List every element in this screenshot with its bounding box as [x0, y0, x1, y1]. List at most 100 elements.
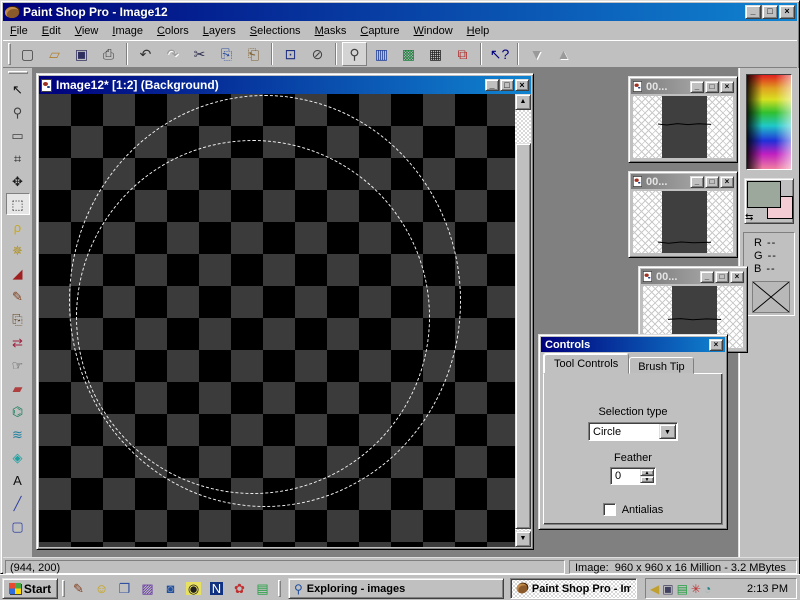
- controls-close-button[interactable]: ×: [709, 339, 723, 351]
- thumbnail-minimize-button[interactable]: _: [690, 176, 704, 188]
- volume-icon[interactable]: ◀: [650, 583, 659, 595]
- image-window-close-button[interactable]: ×: [515, 79, 529, 91]
- print-button[interactable]: ⎙: [96, 42, 121, 66]
- dropdown-arrow-icon[interactable]: ▼: [659, 424, 676, 439]
- text-tool[interactable]: A: [6, 469, 30, 491]
- pinwheel-icon[interactable]: ✳: [691, 583, 701, 595]
- feather-spinner[interactable]: 0 ▲ ▼: [610, 467, 656, 485]
- airbrush-tool[interactable]: ≋: [6, 423, 30, 445]
- dropper-tool[interactable]: ◢: [6, 262, 30, 284]
- task-button-paint-shop-pro[interactable]: Paint Shop Pro - Ima...: [510, 578, 637, 599]
- scroll-up-icon[interactable]: ▲: [515, 94, 531, 110]
- new-button[interactable]: ▢: [15, 42, 40, 66]
- thumbnail-canvas[interactable]: [633, 96, 733, 158]
- toggle-histogram-button[interactable]: ▦: [423, 42, 448, 66]
- paste-button[interactable]: ⎗: [241, 42, 266, 66]
- smiley-shortcut[interactable]: ☺: [91, 579, 112, 599]
- image-window-titlebar[interactable]: Image12* [1:2] (Background) _ □ ×: [39, 76, 531, 94]
- crop-tool[interactable]: ⌗: [6, 147, 30, 169]
- display-icon[interactable]: ▣: [662, 583, 673, 595]
- magic-wand-tool[interactable]: ✵: [6, 239, 30, 261]
- app-minimize-button[interactable]: _: [745, 5, 761, 19]
- picture-tube-tool[interactable]: ⌬: [6, 400, 30, 422]
- color-replacer-tool[interactable]: ⇄: [6, 331, 30, 353]
- thumbnail-titlebar[interactable]: 00... _ □ ×: [631, 174, 735, 189]
- thumbnail-minimize-button[interactable]: _: [700, 271, 714, 283]
- zoom-tool[interactable]: ⚲: [6, 101, 30, 123]
- menu-file[interactable]: File: [3, 23, 35, 39]
- thumbnail-maximize-button[interactable]: □: [705, 176, 719, 188]
- menu-view[interactable]: View: [68, 23, 106, 39]
- open-button[interactable]: ▱: [42, 42, 67, 66]
- menu-window[interactable]: Window: [407, 23, 460, 39]
- flood-fill-tool[interactable]: ◈: [6, 446, 30, 468]
- vertical-scrollbar[interactable]: ▲ ▼: [515, 94, 531, 547]
- retouch-tool[interactable]: ☞: [6, 354, 30, 376]
- line-tool[interactable]: ╱: [6, 492, 30, 514]
- selection-tool[interactable]: ⬚: [6, 193, 30, 215]
- thumbnail-titlebar[interactable]: 00... _ □ ×: [631, 79, 735, 94]
- thumbnail-titlebar[interactable]: 00... _ □ ×: [641, 269, 745, 284]
- zoom-button[interactable]: ⚲: [342, 42, 367, 66]
- increase-color-depth-button[interactable]: ▲: [551, 42, 576, 66]
- antialias-checkbox[interactable]: [603, 503, 616, 516]
- selection-type-dropdown[interactable]: Circle ▼: [588, 422, 678, 441]
- paintbrush-tool[interactable]: ✎: [6, 285, 30, 307]
- context-help-button[interactable]: ↖?: [487, 42, 512, 66]
- undo-button[interactable]: ↶: [133, 42, 158, 66]
- menu-colors[interactable]: Colors: [150, 23, 196, 39]
- thumbnail-canvas[interactable]: [633, 191, 733, 253]
- clone-brush-tool[interactable]: ⎘: [6, 308, 30, 330]
- shapes-tool[interactable]: ▢: [6, 515, 30, 537]
- save-button[interactable]: ▣: [69, 42, 94, 66]
- swap-colors-icon[interactable]: ⇆: [745, 213, 753, 223]
- image-window-maximize-button[interactable]: □: [500, 79, 514, 91]
- toggle-tool-palette-button[interactable]: ▥: [369, 42, 394, 66]
- app-close-button[interactable]: ×: [779, 5, 795, 19]
- tab-brush-tip[interactable]: Brush Tip: [629, 357, 693, 374]
- copy-button[interactable]: ⎘: [214, 42, 239, 66]
- notebook-icon[interactable]: ▤: [677, 583, 688, 595]
- thumbnail-close-button[interactable]: ×: [720, 81, 734, 93]
- menu-help[interactable]: Help: [460, 23, 497, 39]
- thumbnail-maximize-button[interactable]: □: [705, 81, 719, 93]
- decrease-color-depth-button[interactable]: ▼: [524, 42, 549, 66]
- taskbar-grip[interactable]: [278, 580, 281, 597]
- thumbnail-close-button[interactable]: ×: [720, 176, 734, 188]
- toolbar-grip[interactable]: [8, 43, 11, 65]
- tab-tool-controls[interactable]: Tool Controls: [543, 353, 629, 374]
- canvas[interactable]: [39, 94, 515, 547]
- menu-edit[interactable]: Edit: [35, 23, 68, 39]
- full-screen-preview-button[interactable]: ⊡: [278, 42, 303, 66]
- menu-selections[interactable]: Selections: [243, 23, 308, 39]
- redo-button[interactable]: ↷: [160, 42, 185, 66]
- controls-titlebar[interactable]: Controls ×: [541, 337, 725, 352]
- taskbar-grip[interactable]: [62, 580, 65, 597]
- spin-down-icon[interactable]: ▼: [640, 476, 654, 483]
- tool-palette-grip[interactable]: [8, 71, 28, 74]
- thumbnail-minimize-button[interactable]: _: [690, 81, 704, 93]
- menu-capture[interactable]: Capture: [353, 23, 406, 39]
- pinwheel-shortcut[interactable]: ✿: [229, 579, 250, 599]
- mover-tool[interactable]: ✥: [6, 170, 30, 192]
- toggle-layer-palette-button[interactable]: ⧉: [450, 42, 475, 66]
- photo-shortcut[interactable]: ◙: [160, 579, 181, 599]
- color-picker-gradient[interactable]: [746, 74, 792, 170]
- app-maximize-button[interactable]: □: [762, 5, 778, 19]
- normal-viewing-button[interactable]: ⊘: [305, 42, 330, 66]
- media-player-shortcut[interactable]: ◉: [183, 579, 204, 599]
- netscape-shortcut[interactable]: N: [206, 579, 227, 599]
- desktop-shortcut[interactable]: ❐: [114, 579, 135, 599]
- scroll-down-icon[interactable]: ▼: [515, 531, 531, 547]
- notebook-shortcut[interactable]: ▤: [252, 579, 273, 599]
- thumbnail-maximize-button[interactable]: □: [715, 271, 729, 283]
- thumbnail-close-button[interactable]: ×: [730, 271, 744, 283]
- menu-layers[interactable]: Layers: [196, 23, 243, 39]
- image-window-minimize-button[interactable]: _: [485, 79, 499, 91]
- scrollbar-thumb[interactable]: [515, 143, 531, 529]
- arrow-tool[interactable]: ↖: [6, 78, 30, 100]
- menu-image[interactable]: Image: [105, 23, 150, 39]
- eraser-tool[interactable]: ▰: [6, 377, 30, 399]
- cut-button[interactable]: ✂: [187, 42, 212, 66]
- scheduler-icon[interactable]: ◔: [704, 583, 711, 595]
